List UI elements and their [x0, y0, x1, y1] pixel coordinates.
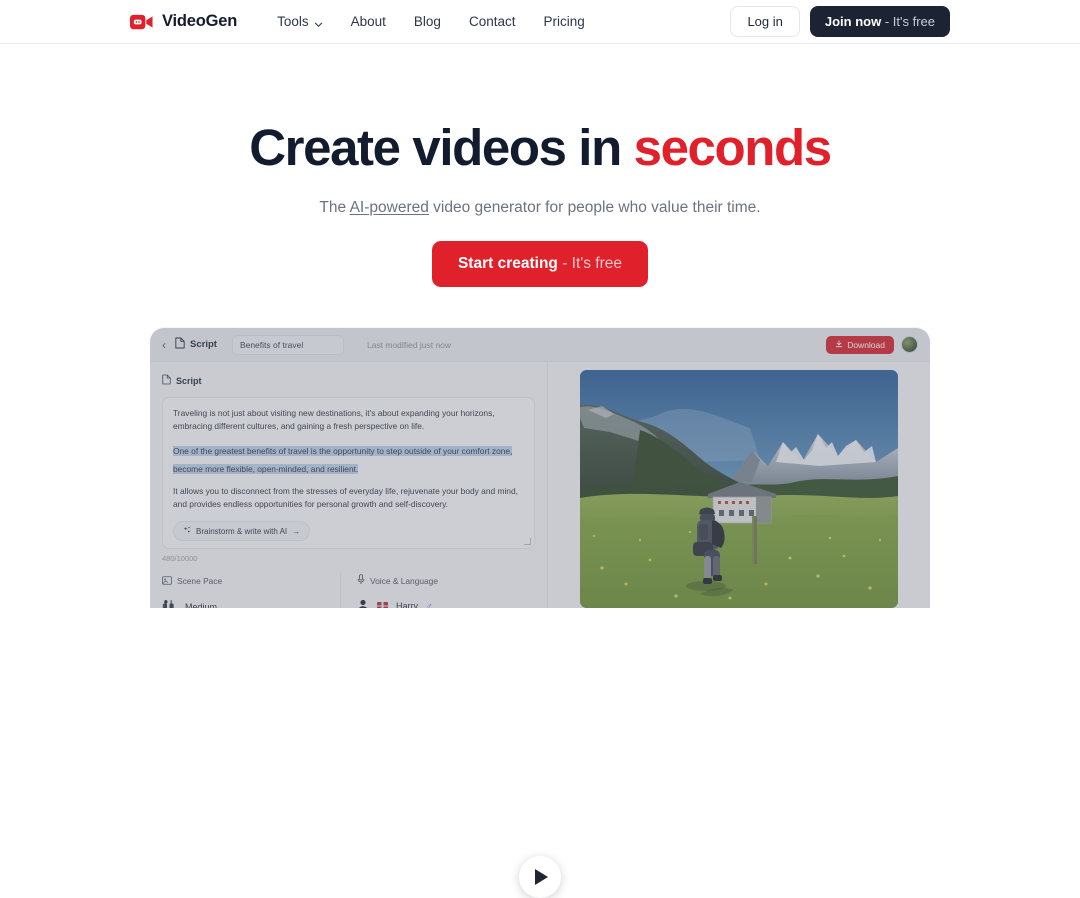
main-nav: Tools About Blog Contact Pricing [277, 14, 585, 29]
microphone-icon [357, 572, 365, 590]
nav-item-tools[interactable]: Tools [277, 14, 323, 29]
nav-item-label: Pricing [543, 14, 585, 29]
male-gender-icon: ♂ [426, 601, 433, 608]
hero-section: Create videos in seconds The AI-powered … [0, 44, 1080, 287]
chevron-left-icon[interactable]: ‹ [162, 338, 166, 352]
scene-pace-control[interactable]: Scene Pace Medium [162, 572, 340, 608]
ai-powered-link[interactable]: AI-powered [350, 199, 429, 216]
nav-item-pricing[interactable]: Pricing [543, 14, 584, 29]
hero-subtitle: The AI-powered video generator for peopl… [0, 199, 1080, 217]
voice-language-header: Voice & Language [357, 572, 525, 590]
cta-sublabel: - It's free [557, 254, 623, 272]
nav-item-label: About [350, 14, 386, 29]
voice-value-row: Harry ♂ [357, 599, 525, 608]
arrow-right-icon: → [292, 526, 301, 536]
script-textarea[interactable]: Traveling is not just about visiting new… [162, 397, 535, 549]
site-header: VideoGen Tools About Blog Contact Pricin… [0, 0, 1080, 44]
brainstorm-label: Brainstorm & write with AI [196, 526, 288, 536]
voice-name: Harry [396, 601, 418, 608]
document-icon [175, 336, 185, 354]
mockup-body: Script Traveling is not just about visit… [150, 362, 930, 608]
script-paragraph: Traveling is not just about visiting new… [173, 408, 495, 432]
brand-logo[interactable]: VideoGen [130, 12, 237, 31]
nav-item-label: Tools [277, 14, 309, 29]
person-icon [357, 599, 369, 608]
page-title: Create videos in seconds [0, 121, 1080, 175]
app-preview: ‹ Script Benefits of travel Last modifie… [150, 328, 930, 898]
mockup-doc-label: Script [190, 339, 217, 350]
character-counter: 480/10000 [162, 554, 198, 563]
nav-item-label: Blog [413, 14, 441, 29]
download-label: Download [847, 339, 885, 350]
video-preview-panel [548, 362, 930, 608]
script-panel-title: Script [176, 376, 202, 386]
play-icon [535, 869, 548, 885]
join-now-button[interactable]: Join now - It's free [809, 6, 950, 37]
sparkle-icon [183, 526, 191, 536]
nav-item-label: Contact [468, 14, 516, 29]
scene-pace-label: Scene Pace [177, 576, 223, 586]
last-modified-text: Last modified just now [366, 339, 452, 350]
join-now-sublabel: - It's free [881, 14, 935, 29]
script-paragraph-selected: One of the greatest benefits of travel i… [173, 446, 513, 475]
resize-handle[interactable] [524, 538, 531, 545]
video-camera-icon [130, 13, 153, 31]
script-paragraph-selected-wrap: One of the greatest benefits of travel i… [173, 441, 524, 477]
brainstorm-with-ai-button[interactable]: Brainstorm & write with AI → [173, 521, 311, 542]
mockup-controls-row: Scene Pace Medium Voice & Language Harry… [162, 572, 535, 608]
header-actions: Log in Join now - It's free [730, 6, 950, 37]
mockup-topbar: ‹ Script Benefits of travel Last modifie… [150, 328, 930, 362]
app-mockup-card: ‹ Script Benefits of travel Last modifie… [150, 328, 930, 608]
start-creating-button[interactable]: Start creating - It's free [431, 240, 649, 287]
script-paragraph: It allows you to disconnect from the str… [173, 486, 518, 510]
subtitle-after: video generator for people who value the… [428, 198, 761, 216]
nav-item-contact[interactable]: Contact [469, 14, 516, 29]
download-button[interactable]: Download [826, 335, 894, 354]
video-preview[interactable] [580, 370, 898, 608]
image-icon [162, 572, 172, 590]
uk-flag-icon [377, 602, 388, 608]
slider-icon [162, 599, 177, 608]
document-icon [162, 372, 171, 390]
voice-language-control[interactable]: Voice & Language Harry ♂ [340, 572, 535, 608]
download-icon [835, 339, 843, 350]
script-panel-header: Script [162, 372, 535, 390]
mockup-topbar-actions: Download [826, 335, 918, 354]
project-title-input[interactable]: Benefits of travel [231, 334, 344, 355]
scene-pace-header: Scene Pace [162, 572, 330, 590]
play-button[interactable] [519, 856, 561, 898]
page-title-accent: seconds [633, 119, 833, 176]
scene-pace-value: Medium [185, 602, 218, 608]
subtitle-before: The [319, 198, 350, 216]
nav-item-about[interactable]: About [351, 14, 386, 29]
voice-language-label: Voice & Language [370, 576, 438, 586]
brand-name: VideoGen [162, 12, 238, 30]
cta-label: Start creating [457, 254, 558, 272]
mockup-doc-label-group: Script [175, 336, 217, 354]
join-now-label: Join now [824, 14, 882, 29]
hiker-scene-image [580, 370, 898, 608]
chevron-down-icon [314, 17, 323, 27]
avatar[interactable] [901, 336, 918, 353]
scene-pace-value-row: Medium [162, 599, 330, 608]
nav-item-blog[interactable]: Blog [414, 14, 441, 29]
script-panel: Script Traveling is not just about visit… [150, 362, 548, 608]
login-button[interactable]: Log in [730, 6, 800, 37]
page-title-main: Create videos in [249, 119, 634, 176]
